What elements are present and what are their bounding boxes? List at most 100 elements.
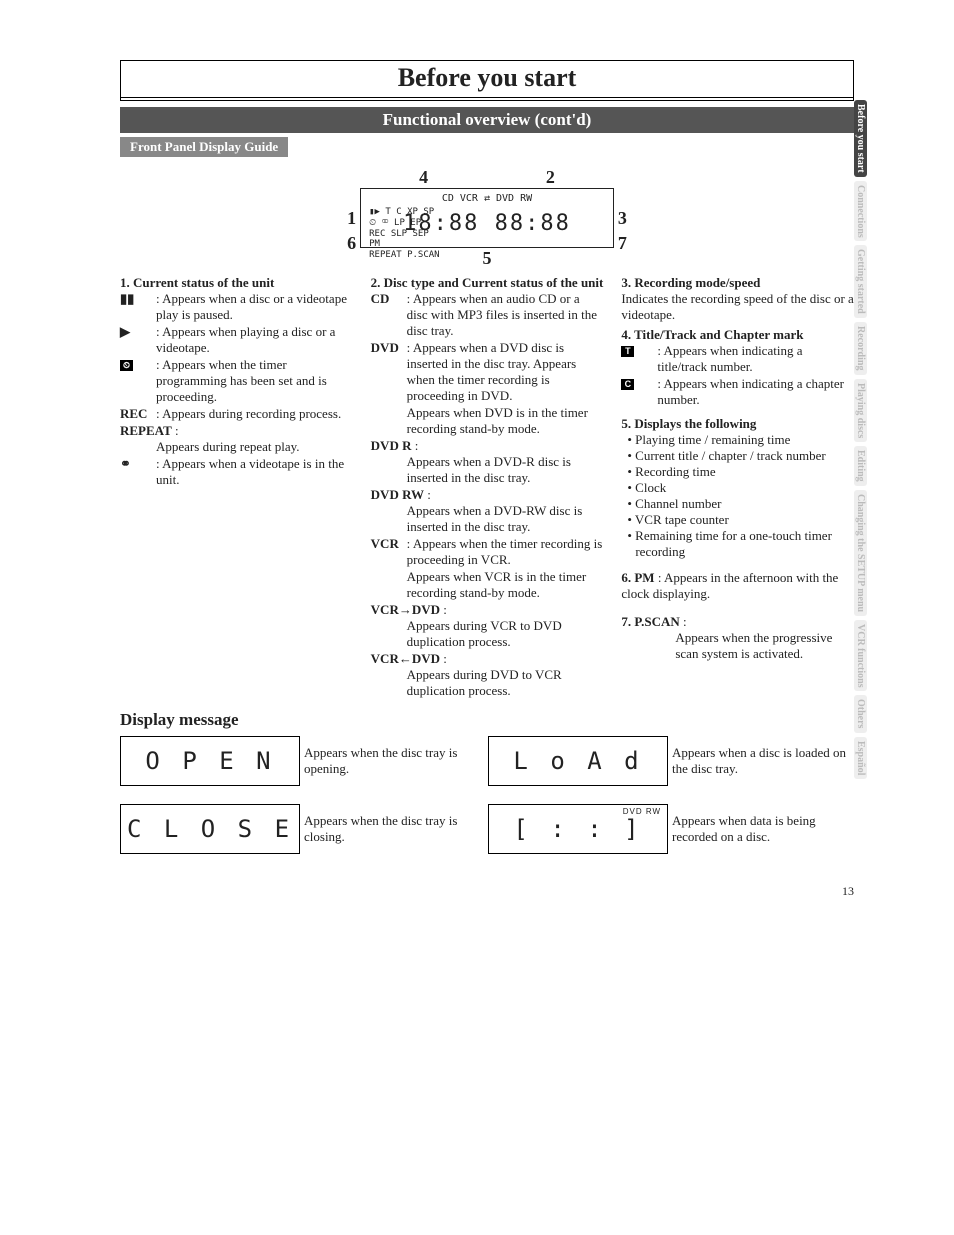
dvd-label: DVD: [371, 340, 403, 356]
vcr-label: VCR: [371, 536, 403, 552]
column-3: 3. Recording mode/speed Indicates the re…: [621, 275, 854, 700]
cd-text: : Appears when an audio CD or a disc wit…: [407, 291, 597, 338]
lcd-record-flag: DVD RW: [623, 807, 661, 816]
msg2-text: Appears when a disc is loaded on the dis…: [672, 745, 852, 777]
tab-others[interactable]: Others: [854, 695, 867, 732]
dvdrw-colon: :: [427, 487, 431, 502]
tab-vcr-functions[interactable]: VCR functions: [854, 620, 867, 692]
b6: • VCR tape counter: [635, 512, 854, 528]
pscan-label: P.SCAN: [634, 614, 679, 629]
diagram-callout-5: 5: [482, 248, 491, 269]
diagram-callout-2: 2: [546, 167, 555, 188]
t-icon: T: [621, 346, 634, 357]
col3-heading5: 5. Displays the following: [621, 416, 854, 432]
t-text: : Appears when indicating a title/track …: [657, 343, 802, 374]
c-icon: C: [621, 379, 634, 390]
pause-icon: ▮▮: [120, 291, 152, 307]
diagram-callout-4: 4: [419, 167, 428, 188]
dvdr-text: Appears when a DVD-R disc is inserted in…: [407, 454, 571, 485]
column-1: 1. Current status of the unit ▮▮: Appear…: [120, 275, 353, 700]
display-message-grid: O P E N Appears when the disc tray is op…: [120, 736, 854, 854]
tab-before-you-start[interactable]: Before you start: [854, 100, 867, 177]
diagram-callout-1: 1: [347, 208, 356, 229]
lcd-record: DVD RW [ : : ]: [488, 804, 668, 854]
play-icon: ▶: [120, 324, 152, 340]
b5: • Channel number: [635, 496, 854, 512]
chapter-title: Before you start: [121, 63, 853, 93]
lcd-open: O P E N: [120, 736, 300, 786]
tab-setup-menu[interactable]: Changing the SETUP menu: [854, 490, 867, 616]
col3-heading3: 3. Recording mode/speed: [621, 275, 854, 291]
lcd-open-seg: O P E N: [145, 747, 274, 775]
rec-label: REC: [120, 406, 152, 422]
section-bar: Functional overview (cont'd): [120, 107, 854, 133]
msg1-text: Appears when the disc tray is opening.: [304, 745, 484, 777]
c-text: : Appears when indicating a chapter numb…: [657, 376, 844, 407]
pscan-colon: :: [683, 614, 687, 629]
repeat-colon: :: [175, 423, 179, 438]
b4-text: Clock: [635, 480, 666, 495]
lcd-close-seg: C L O S E: [127, 815, 293, 843]
lcd-load: L o A d: [488, 736, 668, 786]
dvd-text: : Appears when a DVD disc is inserted in…: [407, 340, 577, 403]
front-panel-diagram: 4 1 6 4 2 CD VCR ⇄ DVD RW ▮▶ T C XP SP: [120, 167, 854, 269]
vcr-text2: Appears when VCR is in the timer recordi…: [407, 569, 587, 600]
msg4-text: Appears when data is being recorded on a…: [672, 813, 852, 845]
vcr2dvd-label: VCR→DVD: [371, 602, 440, 617]
diagram-callout-3: 3: [618, 208, 627, 229]
b2: • Current title / chapter / track number: [635, 448, 854, 464]
panel-display-box: CD VCR ⇄ DVD RW ▮▶ T C XP SP ⏲ ⚭ LP EP R…: [360, 188, 614, 248]
display-message-title: Display message: [120, 710, 854, 730]
tab-espanol[interactable]: Español: [854, 737, 867, 779]
msg3-text: Appears when the disc tray is closing.: [304, 813, 484, 845]
lcd-close: C L O S E: [120, 804, 300, 854]
dvd-text2: Appears when DVD is in the timer recordi…: [407, 405, 588, 436]
chapter-banner: Before you start: [120, 60, 854, 101]
panel-line4: REC SLP SEP: [369, 229, 439, 240]
b7-text: Remaining time for a one-touch timer rec…: [635, 528, 832, 559]
panel-line1: CD VCR ⇄ DVD RW: [367, 193, 607, 205]
pm-label: PM: [634, 570, 654, 585]
diagram-callout-7: 7: [618, 233, 627, 254]
b3-text: Recording time: [635, 464, 716, 479]
b2-text: Current title / chapter / track number: [635, 448, 826, 463]
tape-icon: ⚭: [120, 456, 152, 472]
dvd2vcr-label: VCR←DVD: [371, 651, 440, 666]
h7-num: 7.: [621, 614, 631, 629]
tab-connections[interactable]: Connections: [854, 181, 867, 242]
lcd-record-seg: [ : : ]: [513, 815, 642, 843]
tab-getting-started[interactable]: Getting started: [854, 245, 867, 318]
sub-bar: Front Panel Display Guide: [120, 137, 288, 157]
timer-text: : Appears when the timer programming has…: [156, 357, 327, 404]
page-number: 13: [120, 884, 854, 899]
b5-text: Channel number: [635, 496, 721, 511]
b1-text: Playing time / remaining time: [635, 432, 790, 447]
b4: • Clock: [635, 480, 854, 496]
play-text: : Appears when playing a disc or a video…: [156, 324, 335, 355]
dvd2vcr-text: Appears during DVD to VCR duplication pr…: [407, 667, 562, 698]
timer-icon: ⏲: [120, 360, 133, 371]
col3-body3: Indicates the recording speed of the dis…: [621, 291, 854, 323]
repeat-label: REPEAT: [120, 423, 172, 438]
dvd2vcr-colon: :: [443, 651, 447, 666]
lcd-load-seg: L o A d: [513, 747, 642, 775]
repeat-text: Appears during repeat play.: [156, 439, 300, 454]
b3: • Recording time: [635, 464, 854, 480]
tab-recording[interactable]: Recording: [854, 322, 867, 374]
tab-playing-discs[interactable]: Playing discs: [854, 379, 867, 442]
cd-label: CD: [371, 291, 403, 307]
panel-line6: REPEAT P.SCAN: [369, 250, 439, 261]
panel-line2: ▮▶ T C XP SP: [369, 207, 439, 218]
tab-editing[interactable]: Editing: [854, 446, 867, 486]
side-tabs: Before you start Connections Getting sta…: [854, 100, 872, 783]
diagram-callout-6: 6: [347, 233, 356, 254]
b7: • Remaining time for a one-touch timer r…: [635, 528, 854, 560]
col3-heading4: 4. Title/Track and Chapter mark: [621, 327, 854, 343]
dvdrw-text: Appears when a DVD-RW disc is inserted i…: [407, 503, 583, 534]
h6-num: 6.: [621, 570, 631, 585]
tape-text: : Appears when a videotape is in the uni…: [156, 456, 344, 487]
dvdrw-label: DVD RW: [371, 487, 424, 502]
pscan-text: Appears when the progressive scan system…: [675, 630, 832, 661]
vcr2dvd-text: Appears during VCR to DVD duplication pr…: [407, 618, 562, 649]
dvdr-label: DVD R: [371, 438, 412, 453]
